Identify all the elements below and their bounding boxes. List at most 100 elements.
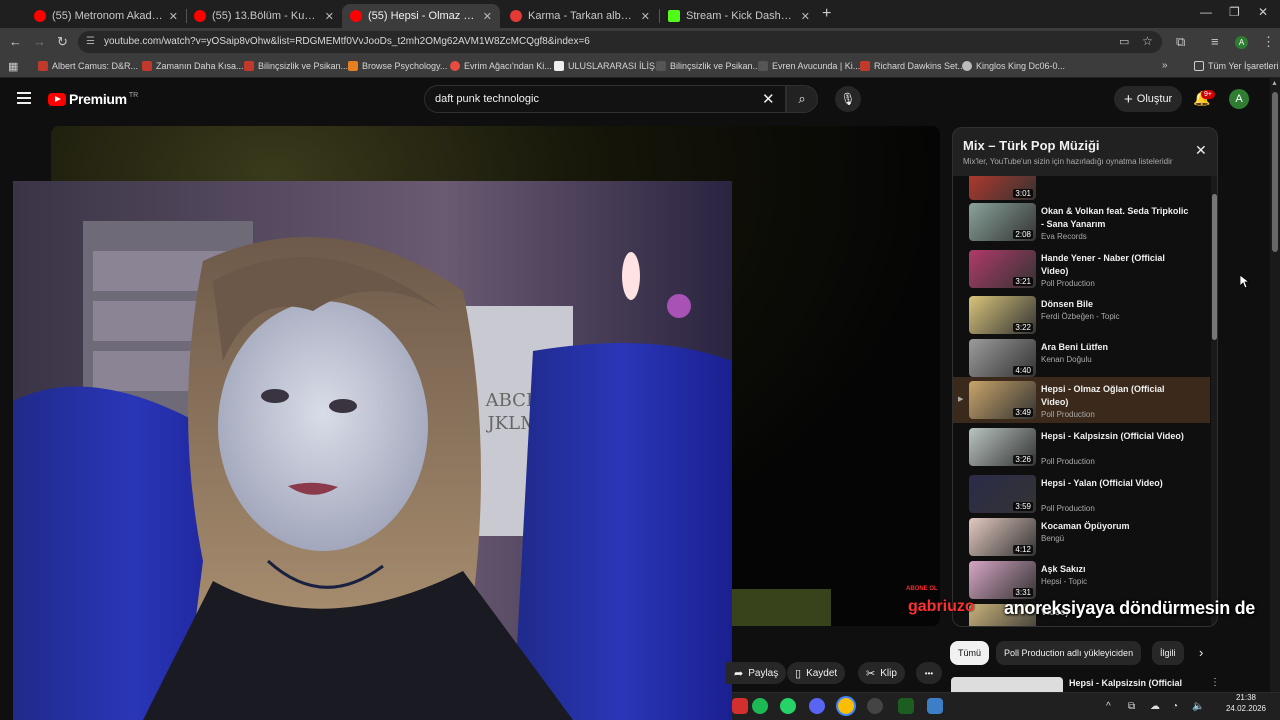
scroll-up-arrow-icon[interactable]: ▲ — [1271, 80, 1278, 87]
playlist-item[interactable]: 3:26 Hepsi - Kalpsizsin (Official Video) P… — [953, 424, 1210, 468]
chips-next-chevron-icon[interactable]: › — [1199, 645, 1203, 660]
search-query-text[interactable]: daft punk technologic — [435, 93, 539, 105]
chrome-icon[interactable] — [838, 698, 854, 714]
close-window-icon[interactable]: ✕ — [1258, 5, 1268, 19]
taskbar-clock-date[interactable]: 24.02.2026 — [1221, 704, 1271, 713]
browser-tab-active[interactable]: (55) Hepsi - Olmaz Oğlan (Offic ✕ — [342, 4, 500, 28]
browser-tab[interactable]: Karma - Tarkan albümü ✕ — [502, 4, 658, 28]
chip-all[interactable]: Tümü — [950, 641, 990, 665]
close-tab-icon[interactable]: ✕ — [641, 10, 650, 23]
page-scrollbar-thumb[interactable] — [1272, 92, 1278, 252]
taskbar-app-icon[interactable] — [898, 698, 914, 714]
cast-icon[interactable]: ▭ — [1119, 35, 1129, 48]
bookmark-item[interactable]: Evren Avucunda | Ki... — [758, 61, 860, 71]
bookmark-item[interactable]: Albert Camus: D&R... — [38, 61, 138, 71]
address-bar[interactable]: ☰ youtube.com/watch?v=yOSaip8vOhw&list=R… — [78, 31, 1162, 53]
playlist-item-title[interactable]: Aşk Sakızı — [1041, 563, 1191, 576]
playlist-item-title[interactable]: Hepsi - Olmaz Oğlan (Official Video) — [1041, 383, 1191, 409]
site-info-icon[interactable]: ☰ — [86, 36, 95, 47]
playlist-item-thumbnail[interactable]: 3:26 — [969, 428, 1036, 466]
hamburger-menu-icon[interactable] — [17, 92, 31, 107]
playlist-item[interactable]: 3:31 Aşk Sakızı Hepsi - Topic — [953, 557, 1210, 601]
clip-button[interactable]: ✂ Klip — [858, 662, 905, 684]
clear-search-icon[interactable]: ✕ — [762, 90, 775, 108]
taskbar-clock-time[interactable]: 21:38 — [1221, 693, 1271, 702]
profile-avatar-icon[interactable]: A — [1235, 36, 1248, 49]
discord-icon[interactable] — [809, 698, 825, 714]
extensions-icon[interactable]: ⧉ — [1176, 34, 1185, 50]
playlist-item-thumbnail[interactable]: 3:49 — [969, 381, 1036, 419]
bookmark-item[interactable]: Bilinçsizlik ve Psikan... — [244, 61, 348, 71]
playlist-item-title[interactable]: Hepsi - Kalpsizsin (Official Video) — [1041, 430, 1191, 443]
bookmark-item[interactable]: Evrim Ağacı'ndan Ki... — [450, 61, 552, 71]
account-avatar[interactable]: A — [1229, 89, 1249, 109]
volume-icon[interactable]: 🔈 — [1192, 701, 1204, 712]
create-button[interactable]: + Oluştur — [1114, 86, 1183, 112]
browser-tab[interactable]: (55) 13.Bölüm - Kurtlar Vadisi | ✕ — [186, 4, 342, 28]
playlist-item-now-playing[interactable]: ▶ 3:49 Hepsi - Olmaz Oğlan (Official Video… — [953, 377, 1210, 423]
taskbar-app-icon[interactable] — [927, 698, 943, 714]
playlist-item-thumbnail[interactable]: 3:01 — [969, 176, 1036, 200]
tray-expand-chevron-icon[interactable]: ^ — [1106, 701, 1111, 712]
share-button[interactable]: ➦ Paylaş — [726, 662, 787, 684]
playlist-item-title[interactable]: Hande Yener - Naber (Official Video) — [1041, 252, 1191, 278]
all-bookmarks-folder[interactable]: Tüm Yer İşaretleri — [1194, 61, 1279, 71]
whatsapp-icon[interactable] — [780, 698, 796, 714]
bookmark-item[interactable]: Bilinçsizlik ve Psikan... — [656, 61, 760, 71]
next-video-title[interactable]: Hepsi - Kalpsizsin (Official — [1069, 678, 1182, 688]
playlist-item-thumbnail[interactable]: 3:31 — [969, 561, 1036, 599]
bookmark-item[interactable]: Browse Psychology... — [348, 61, 447, 71]
more-actions-button[interactable]: ••• — [916, 662, 942, 684]
close-tab-icon[interactable]: ✕ — [483, 10, 492, 23]
chip-related[interactable]: İlgili — [1152, 641, 1184, 665]
more-bookmarks-chevron-icon[interactable]: » — [1162, 60, 1168, 71]
voice-search-mic-icon[interactable]: 🎙 — [835, 86, 861, 112]
browser-tab[interactable]: (55) Metronom Akademi | 1. Bö ✕ — [26, 4, 186, 28]
reload-icon[interactable]: ↻ — [57, 34, 68, 50]
forward-arrow-icon[interactable]: → — [33, 34, 46, 49]
playlist-title[interactable]: Mix – Türk Pop Müziği — [963, 138, 1100, 153]
tray-app-icon[interactable]: ☁ — [1150, 701, 1160, 712]
media-controls-icon[interactable]: ≡ — [1211, 34, 1219, 49]
close-tab-icon[interactable]: ✕ — [325, 10, 334, 23]
browser-menu-icon[interactable]: ⋮ — [1262, 34, 1275, 50]
playlist-item-title[interactable]: Ara Beni Lütfen — [1041, 341, 1191, 354]
close-tab-icon[interactable]: ✕ — [801, 10, 810, 23]
playlist-item[interactable]: 2:08 Okan & Volkan feat. Seda Tripkolic -… — [953, 199, 1210, 243]
playlist-item-thumbnail[interactable]: 3:22 — [969, 296, 1036, 334]
playlist-item-title[interactable]: Kocaman Öpüyorum — [1041, 520, 1191, 533]
url-text[interactable]: youtube.com/watch?v=yOSaip8vOhw&list=RDG… — [104, 36, 590, 47]
back-arrow-icon[interactable]: ← — [9, 34, 22, 49]
bookmark-item[interactable]: Zamanın Daha Kısa... — [142, 61, 244, 71]
playlist-item[interactable]: 3:22 Dönsen Bile Ferdi Özbeğen - Topic — [953, 292, 1210, 336]
tray-app-icon[interactable]: ⧉ — [1128, 701, 1135, 712]
bookmark-item[interactable]: ULUSLARARASI İLİŞ... — [554, 61, 663, 71]
playlist-item[interactable]: 3:59 Hepsi - Yalan (Official Video) Poll P… — [953, 471, 1210, 515]
playlist-item-thumbnail[interactable]: 2:08 — [969, 203, 1036, 241]
playlist-item-title[interactable]: Okan & Volkan feat. Seda Tripkolic - San… — [1041, 205, 1191, 231]
next-video-more-icon[interactable]: ⋮ — [1210, 677, 1220, 688]
browser-tab[interactable]: Stream - Kick Dashboard ✕ — [660, 4, 818, 28]
bookmark-star-icon[interactable]: ☆ — [1142, 34, 1153, 48]
minimize-icon[interactable]: — — [1200, 5, 1212, 19]
apps-grid-icon[interactable]: ▦ — [8, 60, 18, 73]
playlist-item[interactable]: 4:40 Ara Beni Lütfen Kenan Doğulu — [953, 335, 1210, 379]
playlist-item[interactable]: 4:12 Kocaman Öpüyorum Bengü — [953, 514, 1210, 558]
search-button[interactable]: ⌕ — [786, 85, 818, 113]
playlist-item-title[interactable]: Hepsi - Yalan (Official Video) — [1041, 477, 1191, 490]
playlist-item-thumbnail[interactable]: 4:40 — [969, 339, 1036, 377]
obs-icon[interactable] — [867, 698, 883, 714]
youtube-premium-logo[interactable]: Premium TR — [48, 91, 138, 107]
spotify-icon[interactable] — [752, 698, 768, 714]
playlist-item-thumbnail[interactable]: 3:59 — [969, 475, 1036, 513]
close-tab-icon[interactable]: ✕ — [169, 10, 178, 23]
playlist-scrollbar-thumb[interactable] — [1212, 194, 1217, 340]
wifi-icon[interactable]: ◔ — [1172, 701, 1178, 712]
close-playlist-icon[interactable]: ✕ — [1195, 142, 1207, 159]
playlist-item[interactable]: 3:21 Hande Yener - Naber (Official Video)… — [953, 246, 1210, 290]
new-tab-plus-icon[interactable]: + — [822, 5, 831, 23]
taskbar-app-icon[interactable] — [732, 698, 748, 714]
bookmark-item[interactable]: Richard Dawkins Set... — [860, 61, 965, 71]
playlist-item-thumbnail[interactable]: 4:12 — [969, 518, 1036, 556]
playlist-item-title[interactable]: Dönsen Bile — [1041, 298, 1191, 311]
